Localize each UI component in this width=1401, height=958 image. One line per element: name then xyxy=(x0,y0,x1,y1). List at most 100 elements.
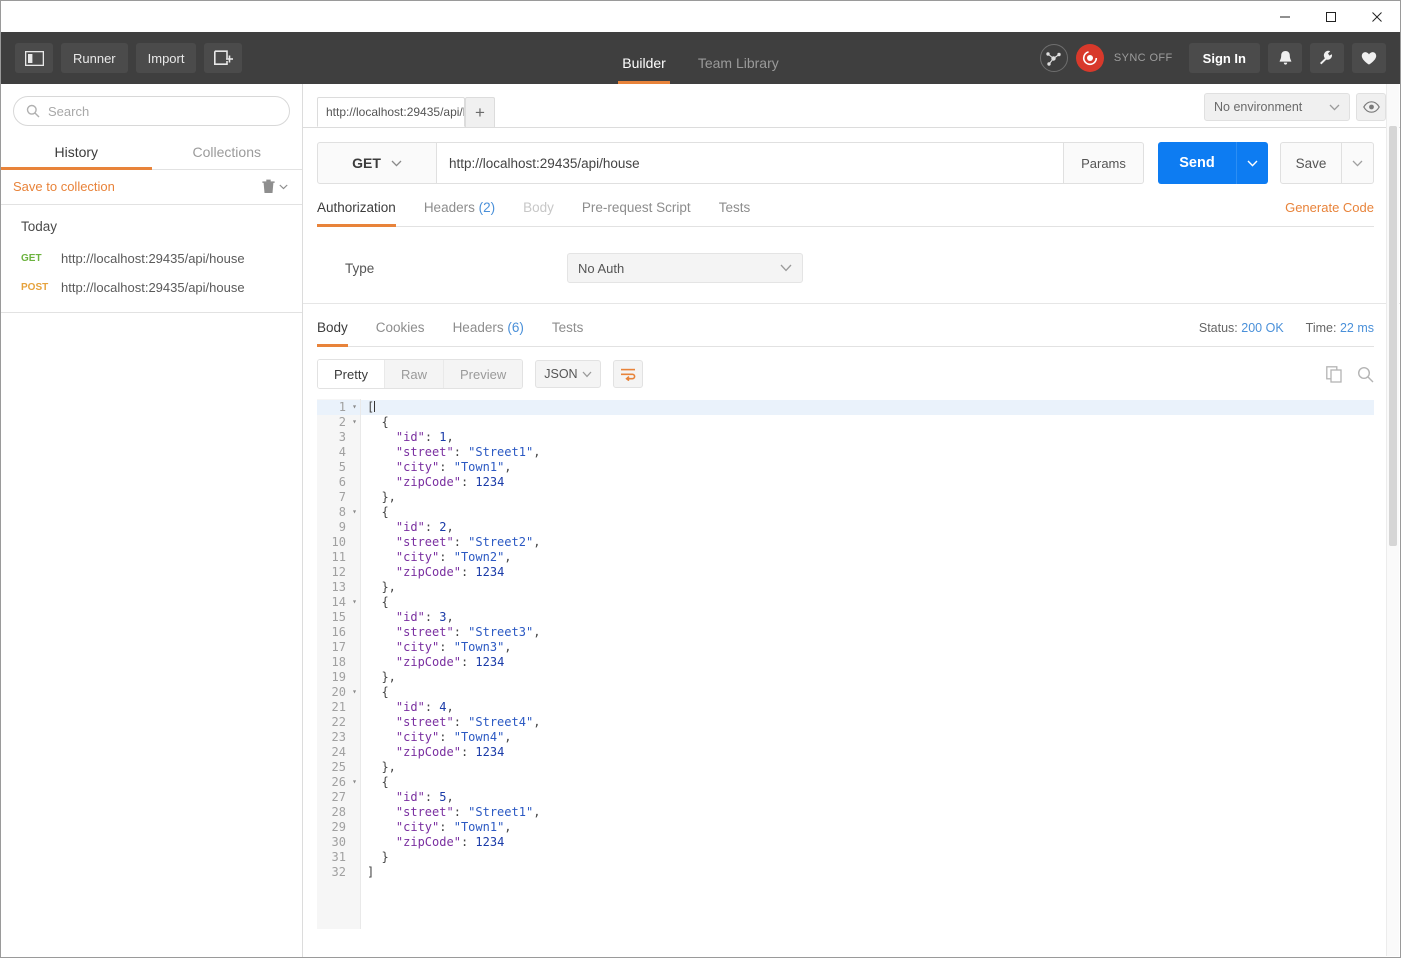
word-wrap-button[interactable] xyxy=(613,360,644,388)
send-options-button[interactable] xyxy=(1236,142,1268,184)
import-button[interactable]: Import xyxy=(135,43,197,73)
sidebar-toggle-button[interactable] xyxy=(15,43,53,73)
url-input-wrapper[interactable] xyxy=(437,142,1064,184)
time-value: 22 ms xyxy=(1339,320,1374,335)
editor-line-number: 11 xyxy=(331,550,346,564)
vertical-scrollbar-thumb[interactable] xyxy=(1389,126,1397,546)
runner-button[interactable]: Runner xyxy=(61,43,128,73)
environment-select-value: No environment xyxy=(1214,100,1303,114)
fold-toggle-icon[interactable]: ▾ xyxy=(349,403,357,411)
response-tab-tests[interactable]: Tests xyxy=(552,320,584,346)
editor-code-line: "city": "Town3", xyxy=(395,640,512,654)
response-meta: Status: 200 OK Time: 22 ms xyxy=(1199,321,1374,346)
tab-headers[interactable]: Headers (2) xyxy=(424,200,495,226)
fold-toggle-icon[interactable]: ▾ xyxy=(349,598,357,606)
sidebar-search-wrapper xyxy=(1,84,302,136)
auth-type-select[interactable]: No Auth xyxy=(567,253,803,283)
editor-code-line: "city": "Town2", xyxy=(395,550,512,564)
tab-pre-request-script[interactable]: Pre-request Script xyxy=(582,200,691,226)
search-icon[interactable] xyxy=(1357,366,1374,383)
history-method-badge: POST xyxy=(21,282,49,293)
editor-code-line: "id": 5, xyxy=(395,790,454,804)
content-pane: http://localhost:29435/api/h + No enviro… xyxy=(303,84,1400,957)
window-minimize-button[interactable] xyxy=(1262,1,1308,32)
tab-pre-request-script-label: Pre-request Script xyxy=(581,200,691,215)
text-caret xyxy=(374,401,376,412)
history-list: Today GET http://localhost:29435/api/hou… xyxy=(1,205,302,302)
save-button-group: Save xyxy=(1280,142,1374,184)
history-item-get[interactable]: GET http://localhost:29435/api/house xyxy=(1,244,302,273)
tab-authorization[interactable]: Authorization xyxy=(317,200,396,227)
fold-toggle-icon[interactable]: ▾ xyxy=(349,418,357,426)
trash-icon[interactable] xyxy=(262,179,275,194)
response-tab-headers[interactable]: Headers (6) xyxy=(453,320,524,346)
fold-toggle-icon[interactable]: ▾ xyxy=(349,778,357,786)
generate-code-link[interactable]: Generate Code xyxy=(1285,200,1374,226)
history-method-badge: GET xyxy=(21,253,42,264)
sidebar-tab-history[interactable]: History xyxy=(1,136,152,170)
sidebar-tab-collections[interactable]: Collections xyxy=(152,136,303,169)
tab-body[interactable]: Body xyxy=(523,200,554,226)
editor-code-line: "id": 3, xyxy=(395,610,454,624)
editor-line-number: 8 ▾ xyxy=(338,505,357,519)
environment-select[interactable]: No environment xyxy=(1204,93,1350,121)
new-request-tab-button[interactable]: + xyxy=(465,97,495,127)
environment-quick-look-button[interactable] xyxy=(1356,93,1386,121)
params-button[interactable]: Params xyxy=(1064,142,1144,184)
copy-icon[interactable] xyxy=(1326,365,1343,383)
sidebar: History Collections Save to collection xyxy=(1,84,303,957)
wrench-icon[interactable] xyxy=(1310,43,1344,73)
send-button-group: Send xyxy=(1158,142,1268,184)
sign-in-button[interactable]: Sign In xyxy=(1188,43,1260,73)
response-view-mode-group: Pretty Raw Preview xyxy=(317,359,524,389)
response-format-value: JSON xyxy=(544,367,578,381)
search-input[interactable] xyxy=(48,103,277,119)
response-body-editor[interactable]: 1 ▾ 2 ▾ 3 4 5 6 7 8 ▾ 9 10 11 12 13 14 ▾ 15 16 17 18 19 20 ▾ 21 22… xyxy=(317,399,1374,929)
editor-line-number: 18 xyxy=(331,655,346,669)
editor-code-area[interactable]: [ { "id": 1, "street": "Street1", "city"… xyxy=(361,399,1374,929)
save-to-collection-link[interactable]: Save to collection xyxy=(13,179,115,194)
search-box[interactable] xyxy=(13,96,290,126)
editor-code-line: { xyxy=(367,415,389,429)
editor-line-number: 28 xyxy=(331,805,346,819)
bell-icon[interactable] xyxy=(1268,43,1302,73)
vertical-scrollbar[interactable] xyxy=(1386,84,1399,956)
http-method-select[interactable]: GET xyxy=(317,142,437,184)
eye-icon xyxy=(1362,101,1380,113)
fold-toggle-icon[interactable]: ▾ xyxy=(349,688,357,696)
response-tab-body[interactable]: Body xyxy=(317,320,348,347)
editor-code-line: [ xyxy=(361,400,1374,415)
tab-tests-label: Tests xyxy=(718,200,751,215)
save-button[interactable]: Save xyxy=(1280,142,1342,184)
view-mode-pretty[interactable]: Pretty xyxy=(318,360,385,388)
request-tab[interactable]: http://localhost:29435/api/h xyxy=(317,97,465,127)
save-options-button[interactable] xyxy=(1342,142,1374,184)
history-item-post[interactable]: POST http://localhost:29435/api/house xyxy=(1,273,302,302)
view-mode-raw[interactable]: Raw xyxy=(384,360,444,388)
send-button[interactable]: Send xyxy=(1158,142,1236,184)
view-mode-preview[interactable]: Preview xyxy=(443,360,523,388)
new-window-icon[interactable] xyxy=(204,43,243,73)
nav-tab-team-library[interactable]: Team Library xyxy=(682,55,795,84)
sync-status-icon[interactable] xyxy=(1075,44,1104,72)
network-icon[interactable] xyxy=(1039,44,1068,72)
chevron-down-icon[interactable] xyxy=(279,184,288,190)
response-toolbar-right xyxy=(1326,365,1374,383)
chevron-down-icon xyxy=(582,371,592,378)
url-input[interactable] xyxy=(449,155,1051,171)
tab-tests[interactable]: Tests xyxy=(719,200,751,226)
environment-group: No environment xyxy=(1204,93,1400,127)
response-tab-cookies[interactable]: Cookies xyxy=(376,320,425,346)
history-url: http://localhost:29435/api/house xyxy=(61,280,245,295)
response-panel: Body Cookies Headers (6) Tests Status: 2… xyxy=(303,303,1400,929)
response-format-select[interactable]: JSON xyxy=(535,360,602,388)
fold-toggle-icon[interactable]: ▾ xyxy=(349,508,357,516)
clear-history-group[interactable] xyxy=(262,179,288,194)
window-close-button[interactable] xyxy=(1354,1,1400,32)
editor-line-number: 22 xyxy=(331,715,346,729)
heart-icon[interactable] xyxy=(1352,43,1386,73)
editor-code-line: "city": "Town1", xyxy=(395,460,512,474)
window-maximize-button[interactable] xyxy=(1308,1,1354,32)
nav-tab-builder[interactable]: Builder xyxy=(606,55,682,84)
editor-line-number: 16 xyxy=(331,625,346,639)
